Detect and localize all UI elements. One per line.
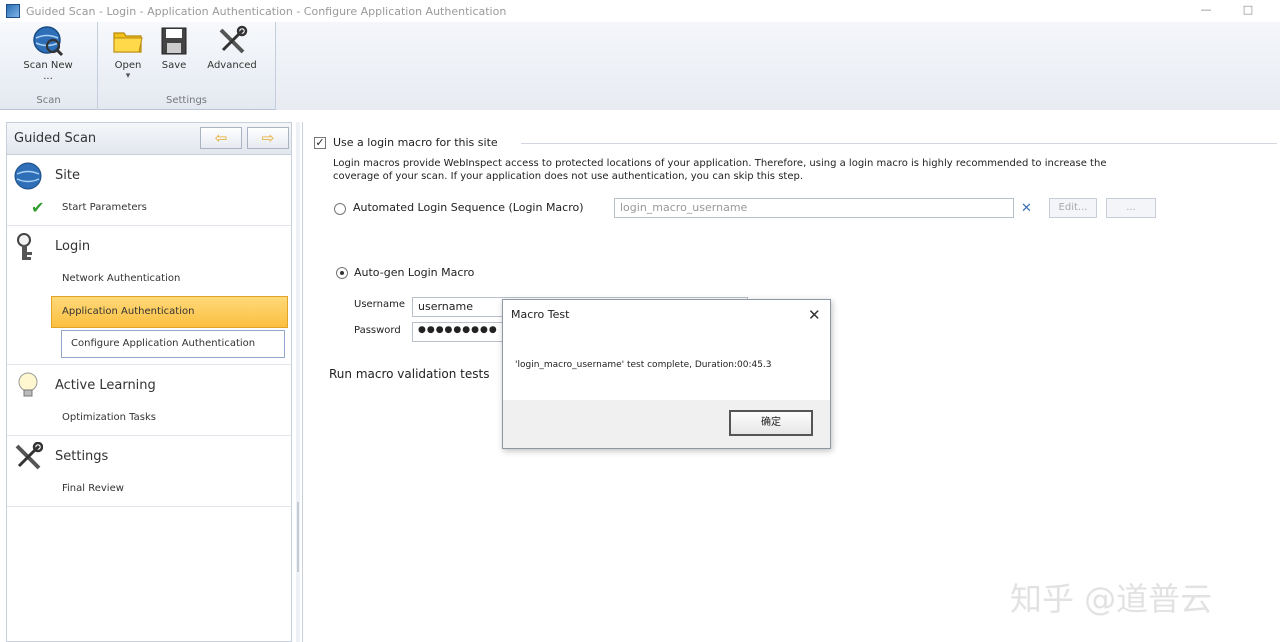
save-label: Save <box>161 60 187 71</box>
autogen-login-label: Auto-gen Login Macro <box>354 266 475 279</box>
section-settings-title: Settings <box>55 449 109 464</box>
app-icon <box>6 4 20 18</box>
section-active-learning-title: Active Learning <box>55 378 156 393</box>
save-button[interactable]: Save <box>144 24 204 84</box>
step-final-review[interactable]: Final Review <box>7 474 291 506</box>
folder-icon <box>111 24 145 58</box>
lightbulb-icon <box>13 371 43 399</box>
window-title: Guided Scan - Login - Application Authen… <box>26 4 507 18</box>
login-macro-field[interactable]: login_macro_username <box>614 198 1014 218</box>
description-line: coverage of your scan. If your applicati… <box>333 171 803 182</box>
step-label: Application Authentication <box>62 306 195 317</box>
step-optimization-tasks[interactable]: Optimization Tasks <box>7 403 291 435</box>
step-configure-application-authentication[interactable]: Configure Application Authentication <box>61 330 285 358</box>
step-label: Final Review <box>62 483 124 494</box>
arrow-left-icon: ⇦ <box>214 129 228 147</box>
section-divider <box>521 143 1277 144</box>
run-validation-label: Run macro validation tests <box>329 367 490 381</box>
splitter-grip[interactable] <box>297 502 299 572</box>
globe-icon <box>13 161 43 190</box>
tools-icon <box>215 24 249 58</box>
dialog-title: Macro Test <box>511 308 570 321</box>
back-arrow-button[interactable]: ⇦ <box>200 127 242 149</box>
section-login: Login Network Authentication Application… <box>7 226 291 365</box>
ribbon-group-settings: Open ▾ Save Advanced Settings <box>98 22 276 110</box>
dialog-body: Macro Test ✕ 'login_macro_username' test… <box>503 300 830 400</box>
maximize-button[interactable]: □ <box>1238 2 1258 18</box>
watermark: 知乎 @道普云 <box>1010 580 1213 618</box>
step-network-authentication[interactable]: Network Authentication <box>7 264 291 296</box>
autogen-login-radio[interactable] <box>336 267 348 279</box>
use-login-macro-checkbox[interactable]: ✓ <box>314 137 326 149</box>
automated-login-label: Automated Login Sequence (Login Macro) <box>353 201 584 214</box>
section-login-title: Login <box>55 239 91 254</box>
clear-macro-icon[interactable]: ✕ <box>1021 201 1032 216</box>
key-icon <box>13 232 43 260</box>
step-label: Start Parameters <box>62 202 147 213</box>
scan-globe-icon <box>31 24 65 58</box>
save-icon <box>157 24 191 58</box>
step-start-parameters[interactable]: ✔ Start Parameters <box>7 193 291 225</box>
section-settings-header[interactable]: Settings <box>7 436 291 474</box>
macro-test-dialog: Macro Test ✕ 'login_macro_username' test… <box>502 299 831 449</box>
section-active-learning-header[interactable]: Active Learning <box>7 365 291 403</box>
dialog-footer: 确定 <box>503 400 830 448</box>
login-macro-description: Login macros provide WebInspect access t… <box>333 157 1106 183</box>
step-label: Configure Application Authentication <box>71 338 256 349</box>
step-application-authentication[interactable]: Application Authentication <box>51 296 288 328</box>
advanced-label: Advanced <box>207 60 257 71</box>
section-site-title: Site <box>55 168 80 183</box>
forward-arrow-button[interactable]: ⇨ <box>247 127 289 149</box>
title-bar: Guided Scan - Login - Application Authen… <box>0 0 1280 22</box>
arrow-right-icon: ⇨ <box>261 129 275 147</box>
section-site: Site ✔ Start Parameters <box>7 155 291 226</box>
password-label: Password <box>354 325 401 336</box>
dialog-message: 'login_macro_username' test complete, Du… <box>515 360 772 370</box>
browse-macro-button[interactable]: ... <box>1106 198 1156 218</box>
ribbon-group-scan: Scan New ... Scan <box>0 22 98 110</box>
ok-button[interactable]: 确定 <box>729 410 813 436</box>
minimize-button[interactable]: — <box>1196 2 1216 18</box>
edit-macro-button[interactable]: Edit... <box>1049 198 1097 218</box>
scan-group-label: Scan <box>36 95 61 106</box>
advanced-button[interactable]: Advanced <box>202 24 262 84</box>
section-site-header[interactable]: Site <box>7 155 291 193</box>
use-login-macro-label: Use a login macro for this site <box>333 136 498 149</box>
check-icon: ✔ <box>31 198 45 217</box>
username-label: Username <box>354 299 405 310</box>
guided-scan-header: Guided Scan ⇦ ⇨ <box>7 123 291 155</box>
description-line: Login macros provide WebInspect access t… <box>333 158 1107 169</box>
step-label: Network Authentication <box>62 273 181 284</box>
tools-icon <box>13 441 44 470</box>
close-icon[interactable]: ✕ <box>808 306 821 324</box>
section-settings: Settings Final Review <box>7 436 291 507</box>
ribbon: Scan New ... Scan Open ▾ Save Advanced S… <box>0 22 1280 110</box>
guided-scan-title: Guided Scan <box>14 131 97 146</box>
panel-splitter[interactable] <box>296 122 300 642</box>
guided-scan-panel: Guided Scan ⇦ ⇨ Site ✔ Start Parameters … <box>6 122 292 642</box>
scan-new-label: Scan New ... <box>23 60 73 82</box>
section-login-header[interactable]: Login <box>7 226 291 264</box>
step-label: Optimization Tasks <box>62 412 156 423</box>
ribbon-empty <box>276 22 1280 110</box>
scan-new-button[interactable]: Scan New ... <box>18 24 78 84</box>
automated-login-radio[interactable] <box>334 203 346 215</box>
settings-group-label: Settings <box>165 95 207 106</box>
section-active-learning: Active Learning Optimization Tasks <box>7 365 291 436</box>
